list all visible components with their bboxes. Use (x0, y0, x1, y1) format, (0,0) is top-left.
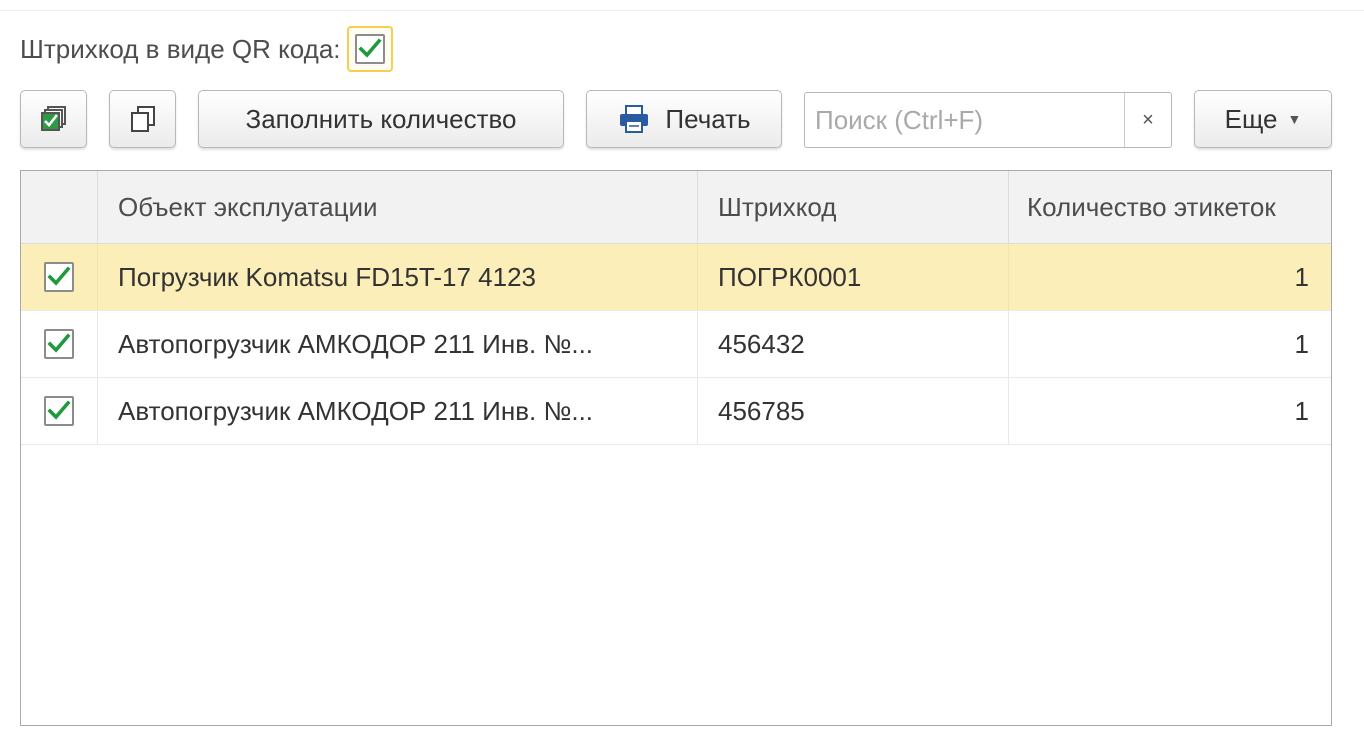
barcode-cell[interactable]: 456432 (698, 311, 1009, 377)
column-header-check[interactable] (21, 171, 98, 243)
table-row[interactable]: Автопогрузчик АМКОДОР 211 Инв. №... 4564… (21, 311, 1331, 378)
search-input[interactable] (805, 93, 1124, 147)
object-name: Погрузчик Komatsu FD15T-17 4123 (118, 261, 537, 292)
row-checkbox[interactable] (44, 262, 74, 292)
search-box: × (804, 92, 1172, 148)
close-icon: × (1142, 108, 1154, 131)
fill-quantity-label: Заполнить количество (245, 103, 517, 134)
row-check-cell (21, 311, 98, 377)
top-divider (0, 10, 1364, 11)
check-mark-icon (357, 38, 382, 58)
more-button[interactable]: Еще ▼ (1194, 90, 1332, 148)
check-mark-icon (47, 333, 71, 353)
row-check-cell (21, 378, 98, 444)
copy-icon (130, 106, 155, 132)
object-cell[interactable]: Погрузчик Komatsu FD15T-17 4123 (98, 244, 698, 310)
quantity-cell[interactable]: 1 (1009, 311, 1331, 377)
check-mark-icon (47, 400, 71, 420)
chevron-down-icon: ▼ (1287, 111, 1302, 127)
column-header-quantity[interactable]: Количество этикеток (1009, 171, 1331, 243)
barcode-cell[interactable]: ПОГРК0001 (698, 244, 1009, 310)
quantity-cell[interactable]: 1 (1009, 244, 1331, 310)
check-all-button[interactable] (20, 90, 87, 148)
row-checkbox[interactable] (44, 396, 74, 426)
table-row[interactable]: Погрузчик Komatsu FD15T-17 4123 ПОГРК000… (21, 244, 1331, 311)
qr-option-label: Штрихкод в виде QR кода: (20, 33, 341, 64)
row-check-cell (21, 244, 98, 310)
quantity-cell[interactable]: 1 (1009, 378, 1331, 444)
qr-option-checkbox-focus[interactable] (346, 26, 393, 72)
toolbar: Заполнить количество Печать × Еще ▼ (20, 90, 1332, 150)
check-mark-icon (47, 266, 71, 286)
print-labels-form: Штрихкод в виде QR кода: Заполнить колич… (0, 0, 1364, 729)
object-cell[interactable]: Автопогрузчик АМКОДОР 211 Инв. №... (98, 311, 698, 377)
object-name: Автопогрузчик АМКОДОР 211 Инв. №... (118, 328, 594, 359)
qr-option-checkbox[interactable] (354, 34, 385, 64)
print-label: Печать (665, 103, 751, 134)
table-header: Объект эксплуатации Штрихкод Количество … (21, 171, 1331, 244)
printer-icon (617, 104, 651, 134)
copy-button[interactable] (109, 90, 176, 148)
barcode-cell[interactable]: 456785 (698, 378, 1009, 444)
object-cell[interactable]: Автопогрузчик АМКОДОР 211 Инв. №... (98, 378, 698, 444)
print-button[interactable]: Печать (586, 90, 782, 148)
fill-quantity-button[interactable]: Заполнить количество (198, 90, 564, 148)
clear-search-button[interactable]: × (1124, 93, 1171, 147)
column-header-object[interactable]: Объект эксплуатации (98, 171, 698, 243)
check-all-icon (40, 106, 66, 131)
column-header-barcode[interactable]: Штрихкод (698, 171, 1009, 243)
object-name: Автопогрузчик АМКОДОР 211 Инв. №... (118, 395, 594, 426)
row-checkbox[interactable] (44, 329, 74, 359)
labels-table: Объект эксплуатации Штрихкод Количество … (20, 170, 1332, 726)
more-label: Еще (1224, 103, 1278, 134)
qr-option-row: Штрихкод в виде QR кода: (20, 25, 393, 73)
table-row[interactable]: Автопогрузчик АМКОДОР 211 Инв. №... 4567… (21, 378, 1331, 445)
